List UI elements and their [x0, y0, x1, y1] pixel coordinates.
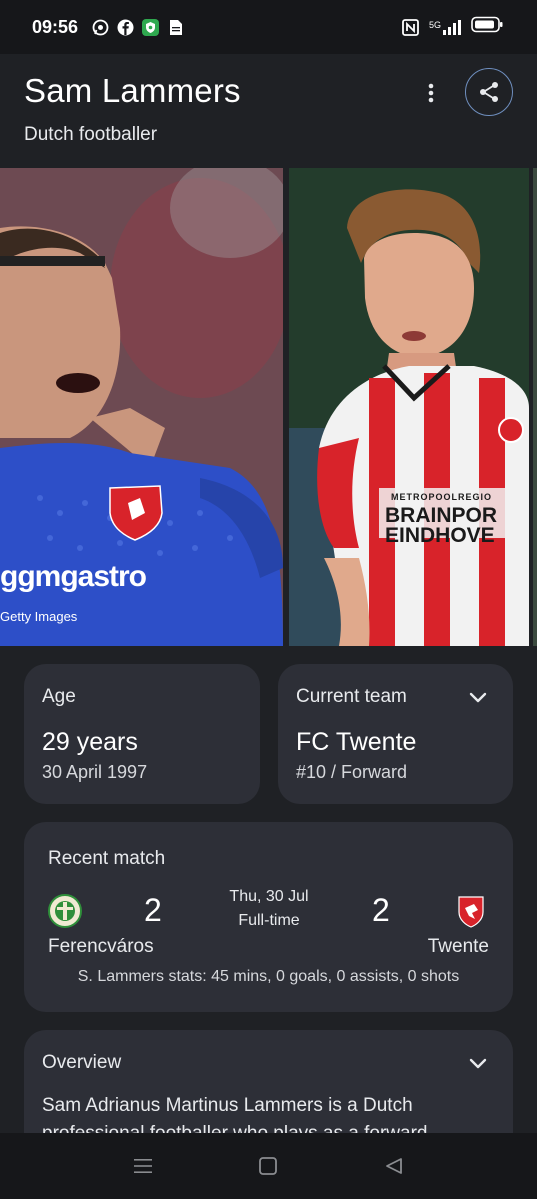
- share-button[interactable]: [465, 68, 513, 116]
- chevron-down-icon[interactable]: [467, 686, 489, 708]
- square-icon: [259, 1157, 278, 1175]
- page-subtitle: Dutch footballer: [24, 124, 158, 145]
- back-triangle-icon: [386, 1158, 403, 1174]
- ferencvaros-crest-icon: [48, 894, 82, 928]
- notification-icons: [92, 18, 184, 36]
- twente-crest-icon: [454, 894, 488, 928]
- match-status: Full-time: [238, 912, 300, 929]
- nfc-icon: [402, 18, 419, 36]
- knowledge-panel-header: Sam Lammers Dutch footballer: [0, 54, 537, 168]
- menu-icon: [133, 1159, 152, 1173]
- current-team-value: FC Twente: [296, 728, 417, 756]
- battery-icon: [471, 16, 503, 38]
- player-photo-partial[interactable]: [533, 168, 537, 646]
- home-team-name: Ferencváros: [48, 936, 154, 957]
- more-options-button[interactable]: [418, 80, 444, 106]
- shield-app-icon: [142, 18, 160, 36]
- status-time: 09:56: [32, 16, 79, 37]
- home-button[interactable]: [254, 1152, 282, 1180]
- page-title: Sam Lammers: [24, 72, 241, 109]
- player-match-stats: S. Lammers stats: 45 mins, 0 goals, 0 as…: [77, 968, 460, 985]
- network-label: 5G: [428, 19, 441, 30]
- age-card: Age 29 years 30 April 1997: [24, 664, 260, 804]
- system-navigation-bar: [0, 1133, 537, 1199]
- share-icon: [480, 82, 498, 102]
- signal-5g-icon: 5G: [428, 19, 461, 35]
- away-team-name: Twente: [427, 936, 489, 957]
- birth-date: 30 April 1997: [42, 762, 148, 782]
- home-score: 2: [144, 892, 162, 928]
- recent-match-label: Recent match: [48, 848, 166, 869]
- facebook-icon: [117, 19, 134, 36]
- recent-apps-button[interactable]: [129, 1152, 157, 1180]
- chevron-down-icon[interactable]: [467, 1052, 489, 1074]
- recent-match-card[interactable]: Recent match 2 Thu, 30 Jul Full-time 2 F…: [24, 822, 513, 1012]
- status-right-icons: 5G: [402, 16, 503, 38]
- current-team-label: Current team: [296, 686, 407, 707]
- image-credit: Getty Images: [0, 609, 78, 624]
- whatsapp-icon: [92, 19, 109, 36]
- image-gallery[interactable]: ggmgastro Getty Images METROPOOLREGIO BR…: [0, 168, 537, 646]
- age-label: Age: [42, 686, 76, 707]
- overview-label: Overview: [42, 1052, 122, 1073]
- player-photo-twente[interactable]: ggmgastro Getty Images: [0, 168, 283, 646]
- shirt-text-eindhoven: EINDHOVE: [385, 524, 495, 547]
- more-vert-icon: [428, 83, 434, 103]
- status-bar: 09:56 5G: [0, 0, 537, 54]
- player-photo-psv-illustration: [289, 168, 529, 646]
- shirt-sponsor-text: ggmgastro: [0, 560, 147, 593]
- shirt-text-small: METROPOOLREGIO: [391, 492, 493, 502]
- shirt-number-position: #10 / Forward: [296, 762, 408, 782]
- back-button[interactable]: [380, 1152, 408, 1180]
- match-date: Thu, 30 Jul: [229, 888, 309, 905]
- current-team-card[interactable]: Current team FC Twente #10 / Forward: [278, 664, 513, 804]
- away-score: 2: [372, 892, 390, 928]
- document-icon: [167, 19, 184, 36]
- age-value: 29 years: [42, 728, 138, 756]
- player-photo-psv[interactable]: METROPOOLREGIO BRAINPOR EINDHOVE: [289, 168, 529, 646]
